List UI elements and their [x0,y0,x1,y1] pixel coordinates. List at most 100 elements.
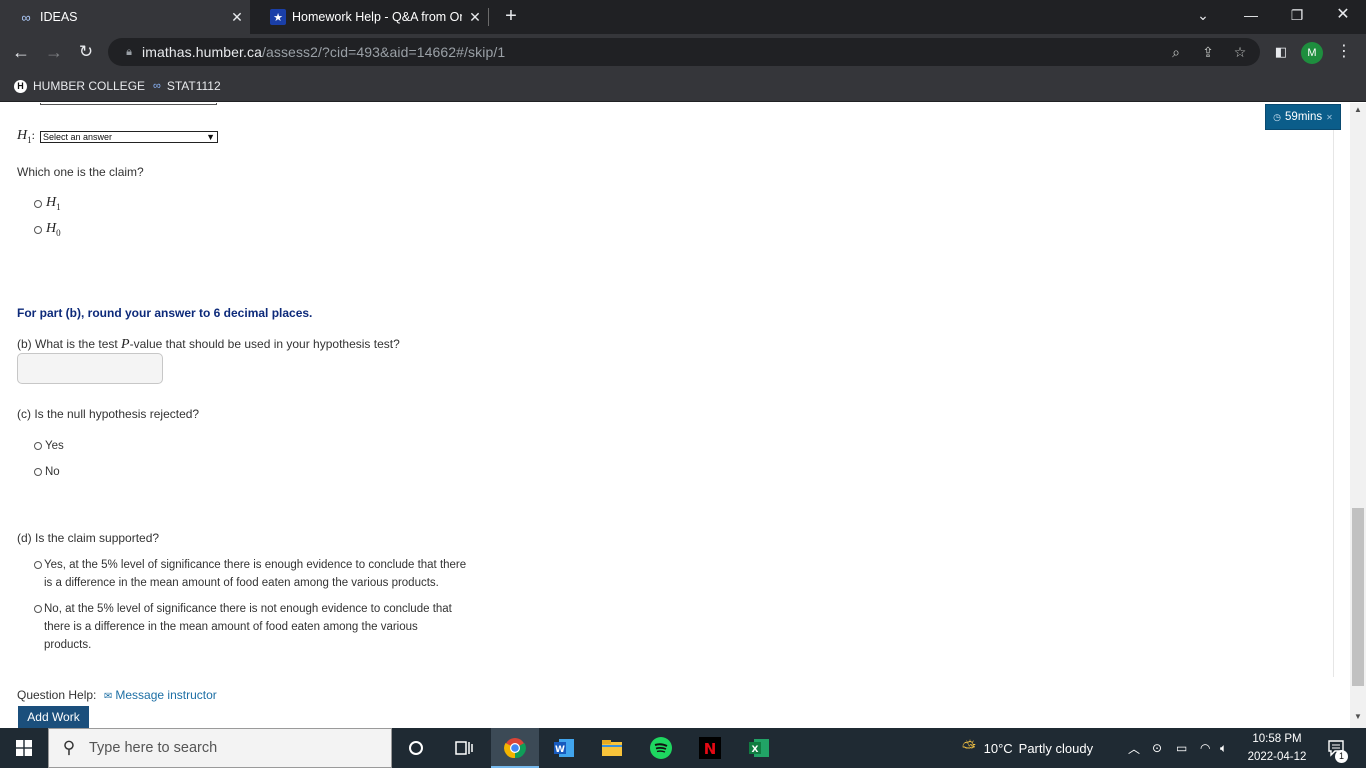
part-b-note: For part (b), round your answer to 6 dec… [17,306,313,320]
lock-icon: 🔒︎ [126,45,132,58]
message-instructor-link[interactable]: ✉ Message instructor [104,688,217,702]
windows-start-icon[interactable] [0,728,48,768]
page-content: H1: Select an answer ▼ Which one is the … [0,103,1350,728]
clock-icon: ◷ [1273,111,1282,122]
profile-avatar[interactable]: M [1301,42,1323,64]
humber-logo-icon: H [14,79,27,93]
h1-colon: : [31,128,35,142]
star-icon: ★ [270,9,286,25]
opt-symbol: H [46,221,57,236]
opt-symbol: H [46,195,57,210]
partly-cloudy-icon: ⛅︎ [962,738,976,757]
chrome-icon[interactable] [491,728,539,768]
claim-prompt: Which one is the claim? [17,165,144,179]
system-clock[interactable]: 10:58 PM 2022-04-12 [1240,728,1314,768]
close-window-icon[interactable]: ✕ [1320,0,1366,32]
word-icon[interactable]: W [540,728,588,768]
reject-radio-no[interactable] [34,468,42,476]
timer-value: 59mins [1285,111,1323,123]
tab-strip: ∞ IDEAS ✕ ★ Homework Help - Q&A from Onl… [0,0,1366,34]
timer-badge[interactable]: ◷ 59mins ✕ [1265,104,1341,130]
netflix-icon[interactable]: N [686,728,734,768]
bookmarks-bar: H HUMBER COLLEGE ∞ STAT1112 [0,70,1366,102]
taskbar-search-input[interactable]: ⚲ Type here to search [48,728,392,768]
scrollbar-thumb[interactable] [1352,508,1364,686]
tab-ideas[interactable]: ∞ IDEAS ✕ [0,0,250,34]
h1-symbol: H [17,128,28,143]
spotify-icon[interactable] [637,728,685,768]
wifi-icon[interactable]: ◠ [1200,728,1210,768]
back-icon[interactable]: ← [7,34,35,70]
bookmark-stat1112[interactable]: ∞ STAT1112 [153,70,221,102]
battery-icon[interactable]: ▭ [1176,728,1187,768]
tab-title: Homework Help - Q&A from Onl [292,10,462,24]
zoom-icon[interactable]: ⌕ [1162,38,1190,66]
weather-temp: 10°C [983,740,1013,756]
close-tab-icon[interactable]: ✕ [224,9,250,26]
cortana-icon[interactable] [392,728,440,768]
show-hidden-icons[interactable]: ︿ [1128,728,1140,768]
claim-radio-h1[interactable] [34,200,42,208]
tab-homework-help[interactable]: ★ Homework Help - Q&A from Onl ✕ [252,0,488,34]
address-bar[interactable]: 🔒︎ imathas.humber.ca/assess2/?cid=493&ai… [108,38,1260,66]
chevron-down-icon: ▼ [206,132,215,142]
h1-select[interactable]: Select an answer ▼ [40,131,218,143]
claim-supported-option-yes: Yes, at the 5% level of significance the… [44,556,466,592]
scrollbar[interactable]: ▲ ▼ [1350,103,1366,728]
share-icon[interactable]: ⇪ [1194,38,1222,66]
part-b-var: P [121,337,130,352]
url-path: /assess2/?cid=493&aid=14662#/skip/1 [261,44,506,60]
claim-supported-option-no: No, at the 5% level of significance ther… [44,600,452,654]
svg-text:X: X [752,745,759,755]
bookmark-star-icon[interactable]: ☆ [1226,38,1254,66]
h0-select-clipped[interactable] [40,103,217,105]
select-value: Select an answer [43,132,113,142]
search-placeholder: Type here to search [89,740,218,756]
claim-option-h0: H0 [46,221,61,238]
meet-now-icon[interactable]: ⊙ [1152,728,1162,768]
taskbar: ⚲ Type here to search W N X ⛅︎ 10°C Part… [0,728,1366,768]
search-icon: ⚲ [62,738,76,757]
scroll-up-icon[interactable]: ▲ [1350,105,1366,119]
side-panel-icon[interactable]: ◧ [1271,42,1291,62]
minimize-icon[interactable]: — [1228,0,1274,32]
part-b-prompt: (b) What is the test P-value that should… [17,337,400,353]
excel-icon[interactable]: X [735,728,783,768]
scroll-down-icon[interactable]: ▼ [1350,712,1366,726]
claim-radio-h0[interactable] [34,226,42,234]
reject-option-no: No [45,466,60,478]
tab-title: IDEAS [40,10,78,24]
bookmark-humber-college[interactable]: H HUMBER COLLEGE [14,70,145,102]
claim-supported-radio-no[interactable] [34,605,42,613]
weather-widget[interactable]: ⛅︎ 10°C Partly cloudy [962,728,1093,768]
envelope-icon: ✉ [104,691,113,702]
tab-search-icon[interactable]: ⌄ [1180,0,1226,32]
notification-count: 1 [1335,750,1348,763]
option-line: there is a difference in the mean amount… [44,621,418,633]
part-c-prompt: (c) Is the null hypothesis rejected? [17,407,200,421]
restore-icon[interactable]: ❐ [1274,0,1320,32]
volume-muted-icon[interactable]: 🔈︎ [1220,728,1227,768]
menu-icon[interactable]: ⋮ [1334,38,1354,66]
clock-time: 10:58 PM [1252,733,1302,745]
close-icon[interactable]: ✕ [1326,113,1333,122]
file-explorer-icon[interactable] [588,728,636,768]
add-work-button[interactable]: Add Work [18,706,89,728]
divider [1333,129,1334,677]
claim-option-h1: H1 [46,195,61,212]
clock-date: 2022-04-12 [1247,751,1307,763]
opt-sub: 1 [56,201,61,212]
reload-icon[interactable]: ↻ [72,34,100,70]
reject-radio-yes[interactable] [34,442,42,450]
task-view-icon[interactable] [440,728,488,768]
close-tab-icon[interactable]: ✕ [462,9,488,26]
option-line: is a difference in the mean amount of fo… [44,577,439,589]
part-b-suffix: -value that should be used in your hypot… [129,337,400,351]
new-tab-button[interactable]: + [500,4,522,30]
p-value-input[interactable] [17,353,163,384]
option-line: products. [44,639,92,651]
notification-center-icon[interactable]: 1 [1318,728,1354,768]
claim-supported-radio-yes[interactable] [34,561,42,569]
h1-label: H1: [17,128,35,145]
forward-icon[interactable]: → [40,34,68,70]
